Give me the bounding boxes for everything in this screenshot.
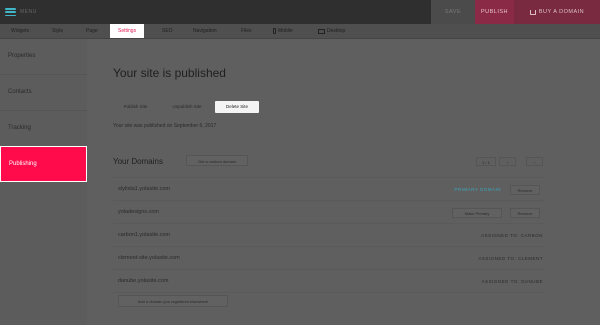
tab-page[interactable]: Page [86, 25, 98, 37]
domain-name: yoladesigns.com [118, 209, 159, 215]
tab-mobile[interactable]: Mobile [273, 25, 293, 37]
tab-style[interactable]: Style [52, 25, 63, 37]
menu-label: MENU [20, 9, 37, 15]
tab-desktop[interactable]: Desktop [318, 25, 345, 37]
save-button[interactable]: SAVE [431, 0, 475, 24]
tab-widgets[interactable]: Widgets [11, 25, 29, 37]
get-custom-domain-button[interactable]: Get a custom domain [186, 155, 248, 166]
sidebar-item-contacts[interactable]: Contacts [0, 75, 87, 111]
primary-domain-badge: PRIMARY DOMAIN [454, 187, 501, 192]
tab-settings[interactable]: Settings [110, 24, 145, 38]
buy-domain-button[interactable]: BUY A DOMAIN [514, 0, 600, 24]
domains-heading: Your Domains [113, 157, 163, 166]
hamburger-icon [5, 8, 16, 16]
divider [113, 292, 545, 293]
buy-domain-label: BUY A DOMAIN [538, 9, 585, 15]
add-external-domain-button[interactable]: Add a domain you registered elsewhere [118, 295, 228, 307]
tab-files[interactable]: Files [241, 25, 252, 37]
assignment-status: ASSIGNED TO: DANUBE [481, 279, 543, 284]
publish-button[interactable]: PUBLISH [475, 0, 514, 24]
menu-button[interactable]: MENU [5, 7, 37, 17]
desktop-icon [318, 28, 325, 34]
divider [113, 177, 545, 178]
sidebar-item-label: Publishing [9, 161, 37, 167]
page-title: Your site is published [113, 66, 226, 80]
remove-domain-button[interactable]: Remove [510, 208, 540, 218]
tab-mobile-label: Mobile [278, 28, 293, 34]
top-bar: MENU SAVE PUBLISH BUY A DOMAIN [0, 0, 600, 24]
divider [113, 269, 545, 270]
assignment-status: ASSIGNED TO: CLEMENT [478, 256, 543, 261]
prev-page-button[interactable]: ‹ [499, 157, 516, 166]
tab-bar: Widgets Style Page Settings SEO Navigati… [0, 24, 600, 39]
make-primary-button[interactable]: Make Primary [452, 208, 502, 218]
sidebar-item-label: Properties [8, 53, 36, 59]
sidebar-item-properties[interactable]: Properties [0, 39, 87, 75]
remove-domain-button[interactable]: Remove [510, 185, 540, 195]
sidebar-item-label: Tracking [8, 125, 31, 131]
divider [113, 223, 545, 224]
tab-seo[interactable]: SEO [162, 25, 173, 37]
publishing-panel: Your site is published Publish Site Unpu… [88, 39, 600, 325]
sidebar-item-publishing[interactable]: Publishing [0, 146, 87, 182]
published-date-text: Your site was published on September 6, … [113, 123, 217, 129]
cart-icon [529, 9, 536, 15]
domain-name: carbon1.yolasite.com [118, 232, 170, 238]
unpublish-site-button[interactable]: Unpublish Site [160, 101, 214, 113]
domain-name: clement-site.yolasite.com [118, 255, 180, 261]
next-page-button[interactable]: › [526, 157, 543, 166]
sidebar-item-label: Contacts [8, 89, 32, 95]
domain-name: stylista1.yolasite.com [118, 186, 170, 192]
divider [113, 200, 545, 201]
assignment-status: ASSIGNED TO: CARBON [481, 233, 543, 238]
publish-site-button[interactable]: Publish Site [113, 101, 158, 113]
mobile-icon [273, 28, 276, 34]
settings-sidebar: Properties Contacts Tracking Publishing [0, 39, 87, 325]
domain-name: danube.yolasite.com [118, 278, 169, 284]
tab-desktop-label: Desktop [327, 28, 346, 34]
pagination-indicator: 1 / 1 [476, 157, 496, 166]
delete-site-button[interactable]: Delete Site [215, 101, 259, 113]
tab-navigation[interactable]: Navigation [193, 25, 217, 37]
sidebar-item-tracking[interactable]: Tracking [0, 111, 87, 147]
divider [113, 246, 545, 247]
